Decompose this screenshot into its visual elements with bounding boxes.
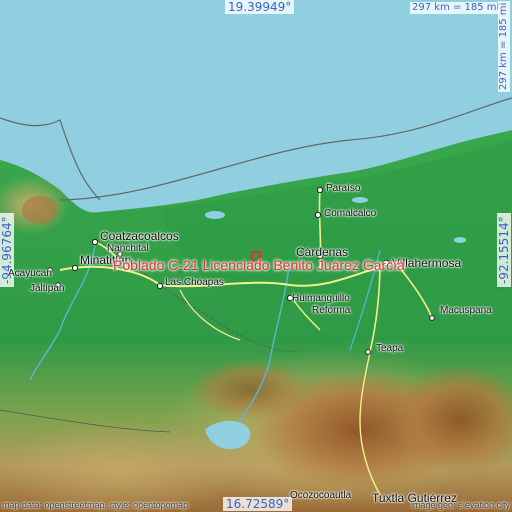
mountains-center bbox=[190, 360, 310, 420]
latitude-top-label: 19.39949° bbox=[225, 0, 295, 14]
marker-minatitlan[interactable] bbox=[71, 264, 79, 272]
scale-horizontal: 297 km = 185 mi bbox=[410, 2, 502, 14]
label-acayucan[interactable]: Acayucan bbox=[8, 268, 52, 279]
peak-northwest bbox=[22, 196, 58, 224]
label-paraiso[interactable]: Paraíso bbox=[326, 183, 360, 194]
label-teapa[interactable]: Teapa bbox=[376, 343, 403, 354]
label-jaltipan[interactable]: Jáltipan bbox=[30, 283, 64, 294]
marker-macuspana[interactable] bbox=[429, 315, 435, 321]
marker-teapa[interactable] bbox=[365, 349, 371, 355]
label-huimanguillo[interactable]: Huimanguillo bbox=[292, 293, 350, 304]
lagoon-3 bbox=[454, 237, 466, 243]
label-comalcalco[interactable]: Comalcalco bbox=[324, 208, 376, 219]
attribution-right: image geo: elevation.city bbox=[410, 500, 510, 510]
label-las-choapas[interactable]: Las Choapas bbox=[165, 277, 224, 288]
label-macuspana[interactable]: Macuspana bbox=[440, 305, 492, 316]
lagoon-2 bbox=[352, 197, 368, 203]
target-place-label[interactable]: Poblado C-21 Licenciado Benito Juárez Ga… bbox=[113, 257, 405, 273]
label-reforma[interactable]: Reforma bbox=[312, 305, 350, 316]
topographic-map[interactable]: 19.39949° 16.72589° -94.96764° -92.15514… bbox=[0, 0, 512, 512]
attribution-left: map data: openstreetmap, style: opentopo… bbox=[2, 500, 189, 510]
marker-coatzacoalcos[interactable] bbox=[91, 238, 99, 246]
latitude-bottom-label: 16.72589° bbox=[223, 497, 293, 511]
longitude-right-label: -92.15514° bbox=[497, 213, 511, 287]
marker-las-choapas[interactable] bbox=[156, 282, 164, 290]
marker-comalcalco[interactable] bbox=[314, 211, 322, 219]
label-coatzacoalcos[interactable]: Coatzacoalcos bbox=[100, 229, 179, 243]
lagoon-1 bbox=[205, 211, 225, 219]
scale-vertical: 297 km = 185 mi bbox=[498, 0, 510, 92]
marker-paraiso[interactable] bbox=[316, 186, 324, 194]
label-ocozocoautla[interactable]: Ocozocoautla bbox=[290, 490, 351, 501]
